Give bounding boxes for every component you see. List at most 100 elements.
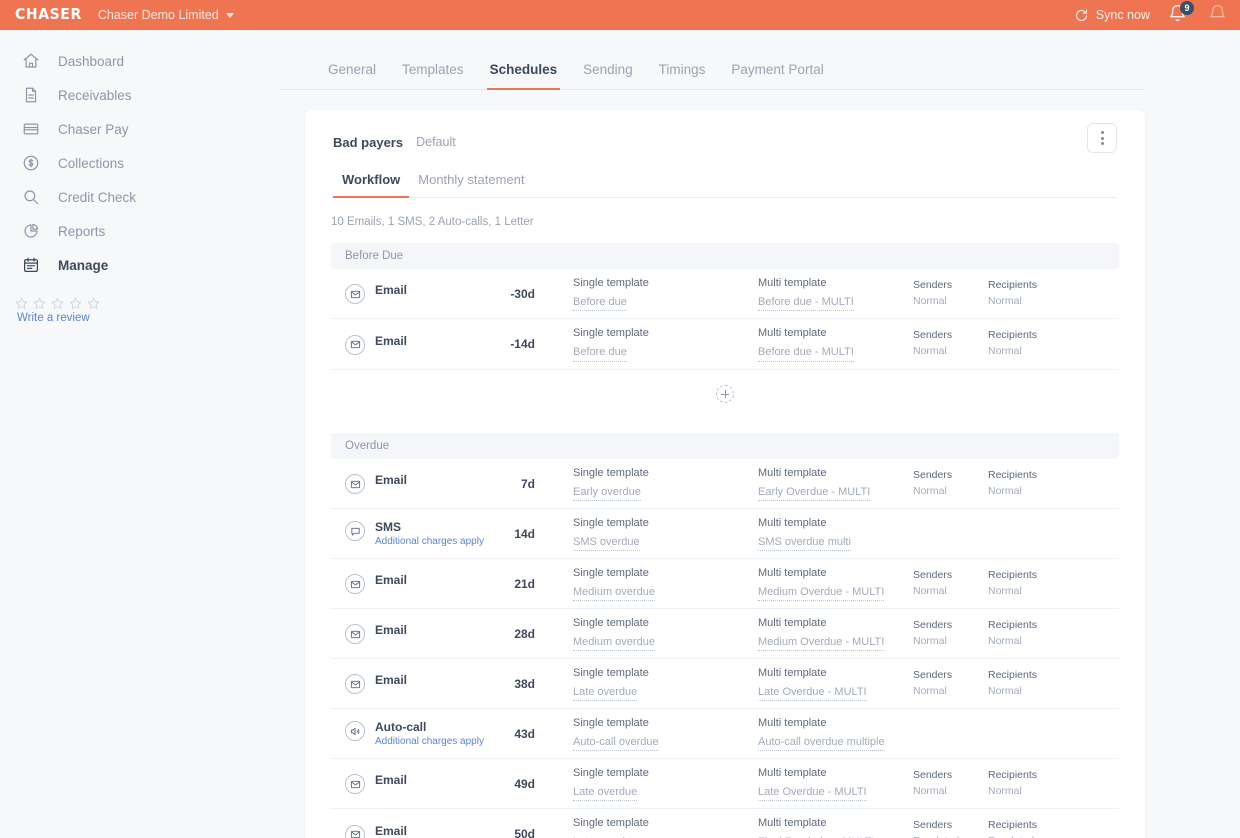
multi-template-cell: Multi template Before due - MULTI	[728, 326, 913, 362]
star-rating[interactable]	[14, 296, 280, 311]
tab-templates[interactable]: Templates	[389, 62, 477, 89]
recipients-label: Recipients	[988, 329, 1038, 342]
step-type-label: Email	[375, 283, 408, 297]
table-row[interactable]: Email -30d Single template Before due Mu…	[331, 269, 1119, 319]
table-row[interactable]: Auto-call Additional charges apply 43d S…	[331, 709, 1119, 759]
multi-template-value[interactable]: Auto-call overdue multiple	[758, 735, 885, 752]
multi-template-label: Multi template	[758, 616, 827, 629]
subtab-workflow[interactable]: Workflow	[333, 172, 410, 198]
single-template-value[interactable]: Late overdue	[573, 785, 638, 802]
brand-logo[interactable]: CHASER	[0, 7, 98, 24]
star-icon[interactable]	[68, 296, 83, 311]
multi-template-value[interactable]: Late Overdue - MULTI	[758, 685, 867, 702]
section-before-due: Before Due Email -30d Single template Be…	[331, 243, 1119, 369]
step-type: Email	[345, 673, 475, 694]
sidebar-item-chaser-pay[interactable]: Chaser Pay	[0, 112, 280, 146]
tab-sending[interactable]: Sending	[570, 62, 646, 89]
tab-payment-portal[interactable]: Payment Portal	[718, 62, 836, 89]
kebab-dot	[1100, 131, 1104, 134]
senders-label: Senders	[913, 278, 953, 291]
multi-template-value[interactable]: Medium Overdue - MULTI	[758, 635, 885, 652]
step-days: 43d	[514, 726, 535, 741]
table-row[interactable]: Email 21d Single template Medium overdue…	[331, 559, 1119, 609]
senders-label: Senders	[913, 768, 953, 781]
org-switcher[interactable]: Chaser Demo Limited	[98, 8, 234, 22]
step-type-label: Auto-call	[375, 720, 427, 734]
senders-label: Senders	[913, 618, 953, 631]
step-type: Email	[345, 573, 475, 594]
sidebar-item-reports[interactable]: Reports	[0, 214, 280, 248]
sidebar: Dashboard Receivables Chaser Pay Collect…	[0, 30, 280, 838]
sidebar-item-manage[interactable]: Manage	[0, 248, 280, 282]
single-template-value[interactable]: Medium overdue	[573, 585, 655, 602]
additional-charges-note[interactable]: Additional charges apply	[375, 536, 484, 547]
multi-template-value[interactable]: Late Overdue - MULTI	[758, 785, 867, 802]
star-icon[interactable]	[14, 296, 29, 311]
multi-template-value[interactable]: Early Overdue - MULTI	[758, 485, 871, 502]
write-a-review-link[interactable]: Write a review	[14, 312, 280, 324]
sidebar-item-dashboard[interactable]: Dashboard	[0, 44, 280, 78]
table-row[interactable]: Email 50d Single template Late overdue M…	[331, 809, 1119, 838]
single-template-value[interactable]: Auto-call overdue	[573, 735, 659, 752]
senders-value: Normal	[913, 634, 947, 647]
table-row[interactable]: Email 28d Single template Medium overdue…	[331, 609, 1119, 659]
multi-template-value[interactable]: Before due - MULTI	[758, 295, 854, 312]
table-row[interactable]: SMS Additional charges apply 14d Single …	[331, 509, 1119, 559]
senders-value: Normal	[913, 784, 947, 797]
envelope-icon	[345, 474, 365, 494]
single-template-value[interactable]: SMS overdue	[573, 535, 640, 552]
table-row[interactable]: Email 7d Single template Early overdue M…	[331, 459, 1119, 509]
single-template-value[interactable]: Early overdue	[573, 485, 641, 502]
single-template-value[interactable]: Medium overdue	[573, 635, 655, 652]
single-template-label: Single template	[573, 766, 649, 779]
multi-template-cell: Multi template SMS overdue multi	[728, 516, 913, 552]
single-template-cell: Single template Early overdue	[543, 466, 728, 502]
additional-charges-note[interactable]: Additional charges apply	[375, 736, 484, 747]
tab-schedules[interactable]: Schedules	[477, 62, 571, 90]
multi-template-value[interactable]: Before due - MULTI	[758, 345, 854, 362]
tab-general[interactable]: General	[315, 62, 389, 89]
star-icon[interactable]	[50, 296, 65, 311]
sync-now-button[interactable]: Sync now	[1074, 8, 1150, 23]
section-title: Overdue	[331, 433, 1119, 459]
table-row[interactable]: Email 49d Single template Late overdue M…	[331, 759, 1119, 809]
recipients-cell: Recipients Normal	[988, 618, 1063, 650]
table-row[interactable]: Email -14d Single template Before due Mu…	[331, 319, 1119, 369]
sidebar-item-credit-check[interactable]: Credit Check	[0, 180, 280, 214]
sync-icon	[1075, 8, 1087, 21]
top-bar-actions: Sync now 9	[1074, 1, 1240, 26]
plus-circle-icon[interactable]	[716, 385, 734, 403]
secondary-notifications-button[interactable]	[1208, 4, 1230, 26]
table-row[interactable]: Email 38d Single template Late overdue M…	[331, 659, 1119, 709]
sidebar-item-receivables[interactable]: Receivables	[0, 78, 280, 112]
single-template-label: Single template	[573, 666, 649, 679]
step-type: Email	[345, 473, 475, 494]
calendar-icon	[21, 255, 41, 275]
recipients-cell: Recipients Normal	[988, 768, 1063, 800]
tab-timings[interactable]: Timings	[646, 62, 719, 89]
notifications-button[interactable]: 9	[1168, 1, 1194, 26]
sync-now-label: Sync now	[1095, 8, 1150, 22]
sidebar-item-collections[interactable]: Collections	[0, 146, 280, 180]
step-days: -14d	[510, 337, 535, 351]
multi-template-value[interactable]: Medium Overdue - MULTI	[758, 585, 885, 602]
multi-template-label: Multi template	[758, 766, 827, 779]
single-template-value[interactable]: Before due	[573, 295, 627, 312]
single-template-value[interactable]: Before due	[573, 345, 627, 362]
single-template-cell: Single template Medium overdue	[543, 616, 728, 652]
schedule-subtabs: Workflow Monthly statement	[333, 172, 1117, 198]
kebab-menu-icon[interactable]	[1087, 123, 1117, 153]
speech-bubble-icon	[345, 521, 365, 541]
senders-value: Normal	[913, 584, 947, 597]
recipients-cell: Recipients Escalated	[988, 818, 1063, 838]
single-template-value[interactable]: Late overdue	[573, 685, 638, 702]
step-days: 7d	[520, 476, 535, 491]
senders-cell: Senders Normal	[913, 328, 988, 360]
senders-cell: Senders Normal	[913, 568, 988, 600]
envelope-icon	[345, 574, 365, 594]
star-icon[interactable]	[86, 296, 101, 311]
senders-cell: Senders Normal	[913, 668, 988, 700]
multi-template-value[interactable]: SMS overdue multi	[758, 535, 851, 552]
star-icon[interactable]	[32, 296, 47, 311]
subtab-monthly-statement[interactable]: Monthly statement	[409, 172, 533, 197]
